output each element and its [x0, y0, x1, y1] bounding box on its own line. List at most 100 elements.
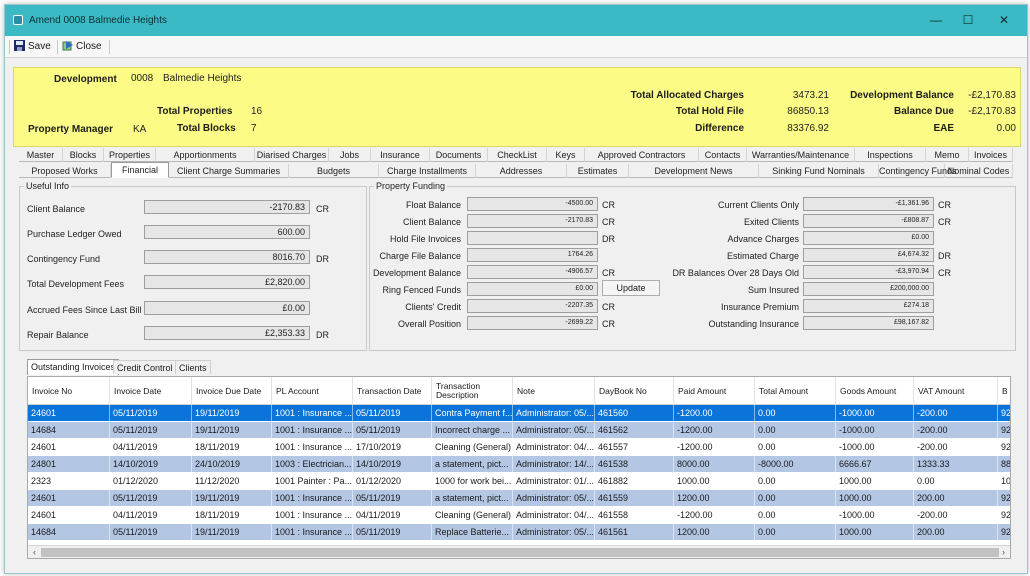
tab-memo[interactable]: Memo [926, 148, 969, 162]
tab-warranties-maintenance[interactable]: Warranties/Maintenance [747, 148, 855, 162]
current-clients-suffix: CR [938, 200, 951, 210]
table-row-selected[interactable]: 24601 05/11/2019 19/11/2019 1001 : Insuranc… [28, 405, 1010, 422]
tab-checklist[interactable]: CheckList [488, 148, 547, 162]
contingency-fund-field: 8016.70 [144, 250, 310, 264]
column-header[interactable]: Invoice Date [110, 377, 192, 405]
table-row[interactable]: 24601 05/11/2019 19/11/2019 1001 : Insuranc… [28, 490, 1010, 507]
table-row[interactable]: 24601 04/11/2019 18/11/2019 1001 : Insuranc… [28, 439, 1010, 456]
exited-clients-field: -£808.87 [803, 214, 934, 228]
app-icon [13, 15, 23, 25]
tab-documents[interactable]: Documents [430, 148, 488, 162]
tab-proposed-works[interactable]: Proposed Works [19, 164, 111, 178]
funding-client-balance-label: Client Balance [402, 217, 461, 227]
tab-outstanding-invoices[interactable]: Outstanding Invoices [27, 359, 120, 375]
tab-row-1: Master Blocks Properties Apportionments … [19, 148, 1013, 162]
sum-insured-label: Sum Insured [747, 285, 799, 295]
column-header[interactable]: Transaction Date [353, 377, 432, 405]
scroll-right-icon[interactable]: › [997, 546, 1010, 558]
table-cell: Administrator: 05/... [513, 422, 595, 439]
hold-file-invoices-field [467, 231, 598, 245]
tab-inspections[interactable]: Inspections [855, 148, 926, 162]
tab-estimates[interactable]: Estimates [567, 164, 629, 178]
tab-clients[interactable]: Clients [175, 360, 211, 374]
development-name: Balmedie Heights [163, 73, 242, 84]
tab-charge-installments[interactable]: Charge Installments [379, 164, 476, 178]
tab-jobs[interactable]: Jobs [329, 148, 371, 162]
table-cell: 05/11/2019 [110, 524, 192, 541]
table-cell: 0.00 [755, 422, 836, 439]
total-hold-value: 86850.13 [787, 106, 829, 117]
close-window-button[interactable]: ✕ [989, 11, 1019, 29]
tab-apportionments[interactable]: Apportionments [156, 148, 255, 162]
table-cell: 1000.00 [836, 490, 914, 507]
column-header[interactable]: Transaction Description [432, 377, 513, 405]
table-cell: -1200.00 [674, 422, 755, 439]
table-cell: 24601 [28, 405, 110, 422]
tab-budgets[interactable]: Budgets [289, 164, 379, 178]
column-header[interactable]: DayBook No [595, 377, 674, 405]
scroll-thumb[interactable] [41, 548, 999, 557]
column-header[interactable]: Total Amount [755, 377, 836, 405]
table-cell: 19/11/2019 [192, 490, 272, 507]
table-row[interactable]: 24601 04/11/2019 18/11/2019 1001 : Insuranc… [28, 507, 1010, 524]
table-cell: 24/10/2019 [192, 456, 272, 473]
column-header[interactable]: Invoice No [28, 377, 110, 405]
update-button[interactable]: Update [602, 280, 660, 296]
table-cell: 14684 [28, 524, 110, 541]
column-header[interactable]: Paid Amount [674, 377, 755, 405]
toolbar: Save Close [5, 36, 1027, 58]
tab-development-news[interactable]: Development News [629, 164, 759, 178]
column-header[interactable]: VAT Amount [914, 377, 998, 405]
table-row[interactable]: 2323 01/12/2020 11/12/2020 1001 Painter : P… [28, 473, 1010, 490]
table-row[interactable]: 14684 05/11/2019 19/11/2019 1001 : Insuranc… [28, 422, 1010, 439]
exited-clients-suffix: CR [938, 217, 951, 227]
tab-invoices[interactable]: Invoices [969, 148, 1013, 162]
dr-balances-suffix: CR [938, 268, 951, 278]
tab-approved-contractors[interactable]: Approved Contractors [585, 148, 699, 162]
maximize-button[interactable]: ☐ [953, 11, 983, 29]
title-bar[interactable]: Amend 0008 Balmedie Heights — ☐ ✕ [5, 5, 1027, 36]
tab-credit-control[interactable]: Credit Control [113, 360, 177, 374]
tab-diarised-charges[interactable]: Diarised Charges [255, 148, 329, 162]
tab-properties[interactable]: Properties [104, 148, 156, 162]
tab-sinking-fund-nominals[interactable]: Sinking Fund Nominals [759, 164, 879, 178]
save-button[interactable]: Save [14, 40, 51, 54]
tab-nominal-codes[interactable]: Nominal Codes [945, 164, 1013, 178]
development-label: Development [54, 74, 117, 85]
column-header[interactable]: Goods Amount [836, 377, 914, 405]
tab-insurance[interactable]: Insurance [371, 148, 430, 162]
tab-client-charge-summaries[interactable]: Client Charge Summaries [169, 164, 289, 178]
close-button[interactable]: Close [62, 40, 102, 54]
grid-header: Invoice No Invoice Date Invoice Due Date PL… [28, 377, 1010, 405]
table-cell: 05/11/2019 [353, 422, 432, 439]
development-summary: Development 0008 Balmedie Heights Total … [13, 67, 1021, 147]
scroll-left-icon[interactable]: ‹ [28, 546, 41, 558]
table-cell: 6666.67 [836, 456, 914, 473]
column-header[interactable]: PL Account [272, 377, 353, 405]
ring-fenced-funds-field: £0.00 [467, 282, 598, 296]
tab-contacts[interactable]: Contacts [699, 148, 747, 162]
close-door-icon [62, 40, 73, 51]
advance-charges-field: £0.00 [803, 231, 934, 245]
tab-keys[interactable]: Keys [547, 148, 585, 162]
horizontal-scrollbar[interactable]: ‹ › [28, 545, 1010, 558]
table-row[interactable]: 24801 14/10/2019 24/10/2019 1003 : Electric… [28, 456, 1010, 473]
table-cell: 14/10/2019 [353, 456, 432, 473]
sum-insured-field: £200,000.00 [803, 282, 934, 296]
table-cell: 1200.00 [674, 524, 755, 541]
tab-addresses[interactable]: Addresses [476, 164, 567, 178]
hold-file-invoices-suffix: DR [602, 234, 615, 244]
column-header[interactable]: Note [513, 377, 595, 405]
tab-financial[interactable]: Financial [111, 162, 169, 178]
tab-blocks[interactable]: Blocks [63, 148, 104, 162]
minimize-button[interactable]: — [921, 11, 951, 29]
column-header[interactable]: Invoice Due Date [192, 377, 272, 405]
table-cell: Administrator: 05/... [513, 405, 595, 422]
column-header[interactable]: B [998, 377, 1010, 405]
tab-master[interactable]: Master [19, 148, 63, 162]
tab-contingency-funds[interactable]: Contingency Funds [879, 164, 957, 178]
table-row[interactable]: 14684 05/11/2019 19/11/2019 1001 : Insuranc… [28, 524, 1010, 541]
estimated-charge-field: £4,674.32 [803, 248, 934, 262]
table-cell: 10 [998, 473, 1010, 490]
overall-position-field: -2699.22 [467, 316, 598, 330]
